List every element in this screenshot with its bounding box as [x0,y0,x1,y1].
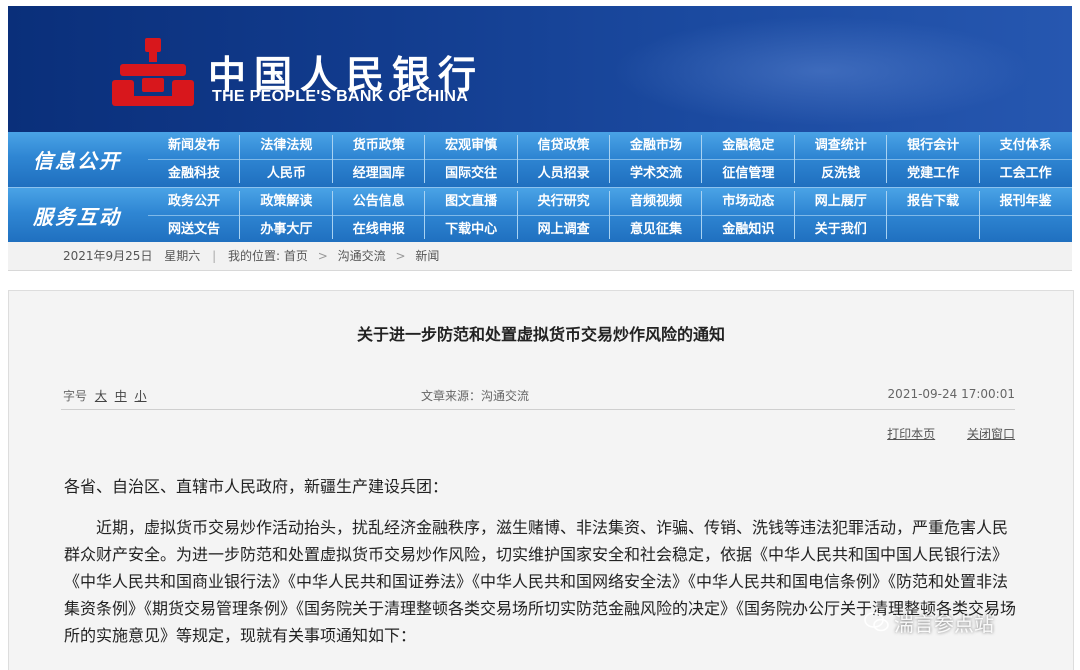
watermark-text: 湍言参点站 [894,612,994,636]
nav-item[interactable]: 央行研究 [518,189,610,215]
wechat-icon [864,612,889,632]
nav-separator [516,191,518,239]
nav-grid: 政务公开 政策解读 公告信息 图文直播 央行研究 音频视频 市场动态 网上展厅 报告下载 报刊年鉴… [148,188,1072,243]
nav-grid: 新闻发布 法律法规 货币政策 宏观审慎 信贷政策 金融市场 金融稳定 调查统计 银行会计 支付体系… [148,132,1072,187]
nav-item[interactable]: 金融稳定 [702,133,794,159]
breadcrumb-level2-link[interactable]: 新闻 [415,242,439,270]
nav-separator [886,135,888,183]
nav-item[interactable]: 法律法规 [240,133,332,159]
nav-section-info: 信息公开 新闻发布 法律法规 货币政策 宏观审慎 信贷政策 金融市场 金融稳定 调查统计 银行会… [8,132,1072,187]
nav-item[interactable]: 新闻发布 [148,133,240,159]
nav-item[interactable]: 网上调查 [518,217,610,243]
article-actions: 打印本页 关闭窗口 [859,425,1015,442]
breadcrumb: 2021年9月25日 星期六 | 我的位置: 首页 > 沟通交流 > 新闻 [8,242,1072,271]
nav-item[interactable]: 金融科技 [148,161,240,187]
nav-separator [886,191,888,239]
article-meta: 字号 大 中 小 文章来源：沟通交流 2021-09-24 17:00:01 [61,383,1015,410]
nav-section-service: 服务互动 政务公开 政策解读 公告信息 图文直播 央行研究 音频视频 市场动态 网上展厅 报告下… [8,187,1072,243]
pboc-logo-icon [112,38,194,106]
nav-separator [424,135,426,183]
nav-item[interactable]: 下载中心 [425,217,517,243]
nav-separator [701,135,703,183]
nav-item[interactable]: 宏观审慎 [425,133,517,159]
site-banner: 中国人民银行 THE PEOPLE'S BANK OF CHINA [8,6,1072,132]
nav-separator [516,135,518,183]
nav-divider [148,215,1072,216]
nav-section-label: 服务互动 [33,205,121,229]
nav-item[interactable]: 信贷政策 [518,133,610,159]
nav-item[interactable]: 反洗钱 [795,161,887,187]
nav-separator [331,191,333,239]
nav-separator [609,135,610,183]
nav-item[interactable]: 图文直播 [425,189,517,215]
nav-separator [239,135,241,183]
font-medium-link[interactable]: 中 [115,389,127,403]
nav-item[interactable]: 调查统计 [795,133,887,159]
nav-item[interactable]: 音频视频 [610,189,702,215]
font-large-link[interactable]: 大 [95,389,107,403]
nav-item[interactable]: 金融知识 [702,217,794,243]
print-page-link[interactable]: 打印本页 [887,427,935,441]
font-small-link[interactable]: 小 [135,389,147,403]
article-source: 文章来源：沟通交流 [421,389,530,403]
nav-item[interactable]: 工会工作 [980,161,1072,187]
main-nav: 信息公开 新闻发布 法律法规 货币政策 宏观审慎 信贷政策 金融市场 金融稳定 调查统计 银行会… [8,132,1072,243]
breadcrumb-home-link[interactable]: 首页 [284,242,308,270]
nav-item[interactable]: 报告下载 [887,189,979,215]
breadcrumb-arrow: > [317,249,328,263]
article-greeting: 各省、自治区、直辖市人民政府，新疆生产建设兵团： [64,477,449,496]
nav-item[interactable]: 政策解读 [240,189,332,215]
nav-item[interactable]: 报刊年鉴 [980,189,1072,215]
nav-item[interactable]: 公告信息 [333,189,425,215]
nav-separator [609,191,610,239]
font-size-switcher: 字号 大 中 小 [63,387,147,404]
nav-divider [148,159,1072,160]
bank-name-en: THE PEOPLE'S BANK OF CHINA [212,88,469,105]
nav-item[interactable]: 国际交往 [425,161,517,187]
nav-item[interactable]: 货币政策 [333,133,425,159]
nav-separator [331,135,333,183]
nav-separator [701,191,703,239]
nav-item[interactable]: 人民币 [240,161,332,187]
nav-item[interactable]: 学术交流 [610,161,702,187]
nav-item[interactable]: 网送文告 [148,217,240,243]
nav-item[interactable]: 在线申报 [333,217,425,243]
nav-separator [978,191,980,239]
breadcrumb-date: 2021年9月25日 [63,249,153,263]
breadcrumb-arrow: > [395,249,406,263]
banner-glow [612,16,1032,126]
nav-item[interactable]: 市场动态 [702,189,794,215]
article-title: 关于进一步防范和处置虚拟货币交易炒作风险的通知 [356,325,725,344]
nav-separator [978,135,980,183]
close-window-link[interactable]: 关闭窗口 [967,427,1015,441]
nav-section-label: 信息公开 [33,149,121,173]
nav-separator [424,191,426,239]
nav-item[interactable]: 政务公开 [148,189,240,215]
breadcrumb-separator: | [212,249,217,263]
nav-item[interactable]: 网上展厅 [795,189,887,215]
breadcrumb-level1-link[interactable]: 沟通交流 [338,242,386,270]
breadcrumb-weekday: 星期六 [164,249,201,263]
nav-item[interactable]: 办事大厅 [240,217,332,243]
nav-item[interactable]: 经理国库 [333,161,425,187]
nav-item[interactable]: 人员招录 [518,161,610,187]
font-size-label: 字号 [63,389,88,403]
nav-item[interactable]: 银行会计 [887,133,979,159]
nav-item[interactable]: 金融市场 [610,133,702,159]
nav-separator [239,191,241,239]
nav-item[interactable]: 关于我们 [795,217,887,243]
nav-separator [793,191,795,239]
article-datetime: 2021-09-24 17:00:01 [887,387,1015,401]
breadcrumb-location-label: 我的位置: [228,249,281,263]
nav-item[interactable]: 党建工作 [887,161,979,187]
nav-separator [793,135,795,183]
nav-item[interactable]: 支付体系 [980,133,1072,159]
nav-item[interactable]: 意见征集 [610,217,702,243]
nav-item[interactable]: 征信管理 [702,161,794,187]
